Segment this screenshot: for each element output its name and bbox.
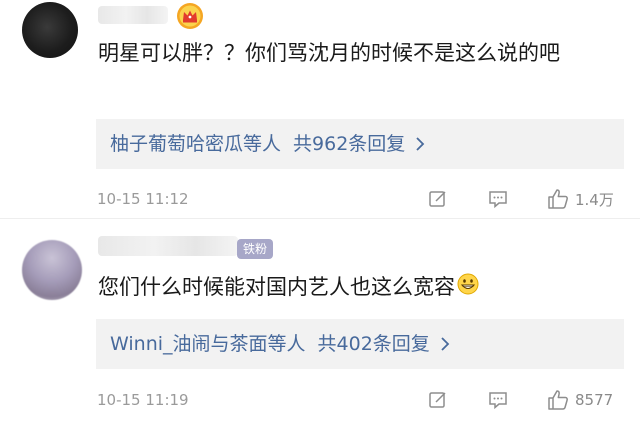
replies-link[interactable]: 柚子葡萄哈密瓜等人 共962条回复 — [96, 119, 624, 169]
comment-actions: 1.4万 — [427, 184, 614, 214]
comment-item: 铁粉 您们什么时候能对国内艺人也这么宽容 Winni_油闹与茶面等人 共402条… — [0, 228, 640, 425]
divider — [0, 218, 640, 219]
comment-text: 您们什么时候能对国内艺人也这么宽容 — [98, 266, 628, 309]
replies-link[interactable]: Winni_油闹与茶面等人 共402条回复 — [96, 319, 624, 369]
like-button[interactable]: 8577 — [547, 389, 613, 411]
reply-users: Winni_油闹与茶面等人 — [110, 333, 306, 355]
comment-actions: 8577 — [427, 385, 613, 415]
reply-count: 共962条回复 — [293, 133, 406, 155]
username-redacted[interactable] — [98, 236, 238, 256]
timestamp: 10-15 11:19 — [97, 391, 189, 409]
edit-icon[interactable] — [427, 389, 449, 411]
comment-text: 明星可以胖？？你们骂沈月的时候不是这么说的吧 — [98, 41, 560, 65]
avatar[interactable] — [22, 240, 82, 300]
timestamp: 10-15 11:12 — [97, 190, 189, 208]
fan-badge: 铁粉 — [237, 239, 274, 259]
username-redacted[interactable] — [98, 6, 168, 24]
comment-text-content: 您们什么时候能对国内艺人也这么宽容 — [98, 275, 455, 299]
edit-icon[interactable] — [427, 188, 449, 210]
like-icon — [547, 188, 569, 210]
comment-icon[interactable] — [487, 188, 509, 210]
chevron-right-icon — [415, 136, 425, 152]
like-count: 1.4万 — [575, 190, 614, 209]
like-button[interactable]: 1.4万 — [547, 188, 614, 210]
chevron-right-icon — [440, 336, 450, 352]
grinning-face-icon — [457, 267, 479, 309]
avatar[interactable] — [22, 2, 78, 58]
comment-meta: 10-15 11:19 8577 — [97, 385, 625, 415]
comment-icon[interactable] — [487, 389, 509, 411]
vip-crown-icon — [177, 3, 203, 29]
reply-count: 共402条回复 — [317, 333, 430, 355]
like-icon — [547, 389, 569, 411]
reply-users: 柚子葡萄哈密瓜等人 — [110, 133, 282, 155]
like-count: 8577 — [575, 391, 614, 409]
comment-meta: 10-15 11:12 1.4万 — [97, 184, 625, 214]
comment-item: 明星可以胖？？你们骂沈月的时候不是这么说的吧 柚子葡萄哈密瓜等人 共962条回复… — [0, 0, 640, 212]
